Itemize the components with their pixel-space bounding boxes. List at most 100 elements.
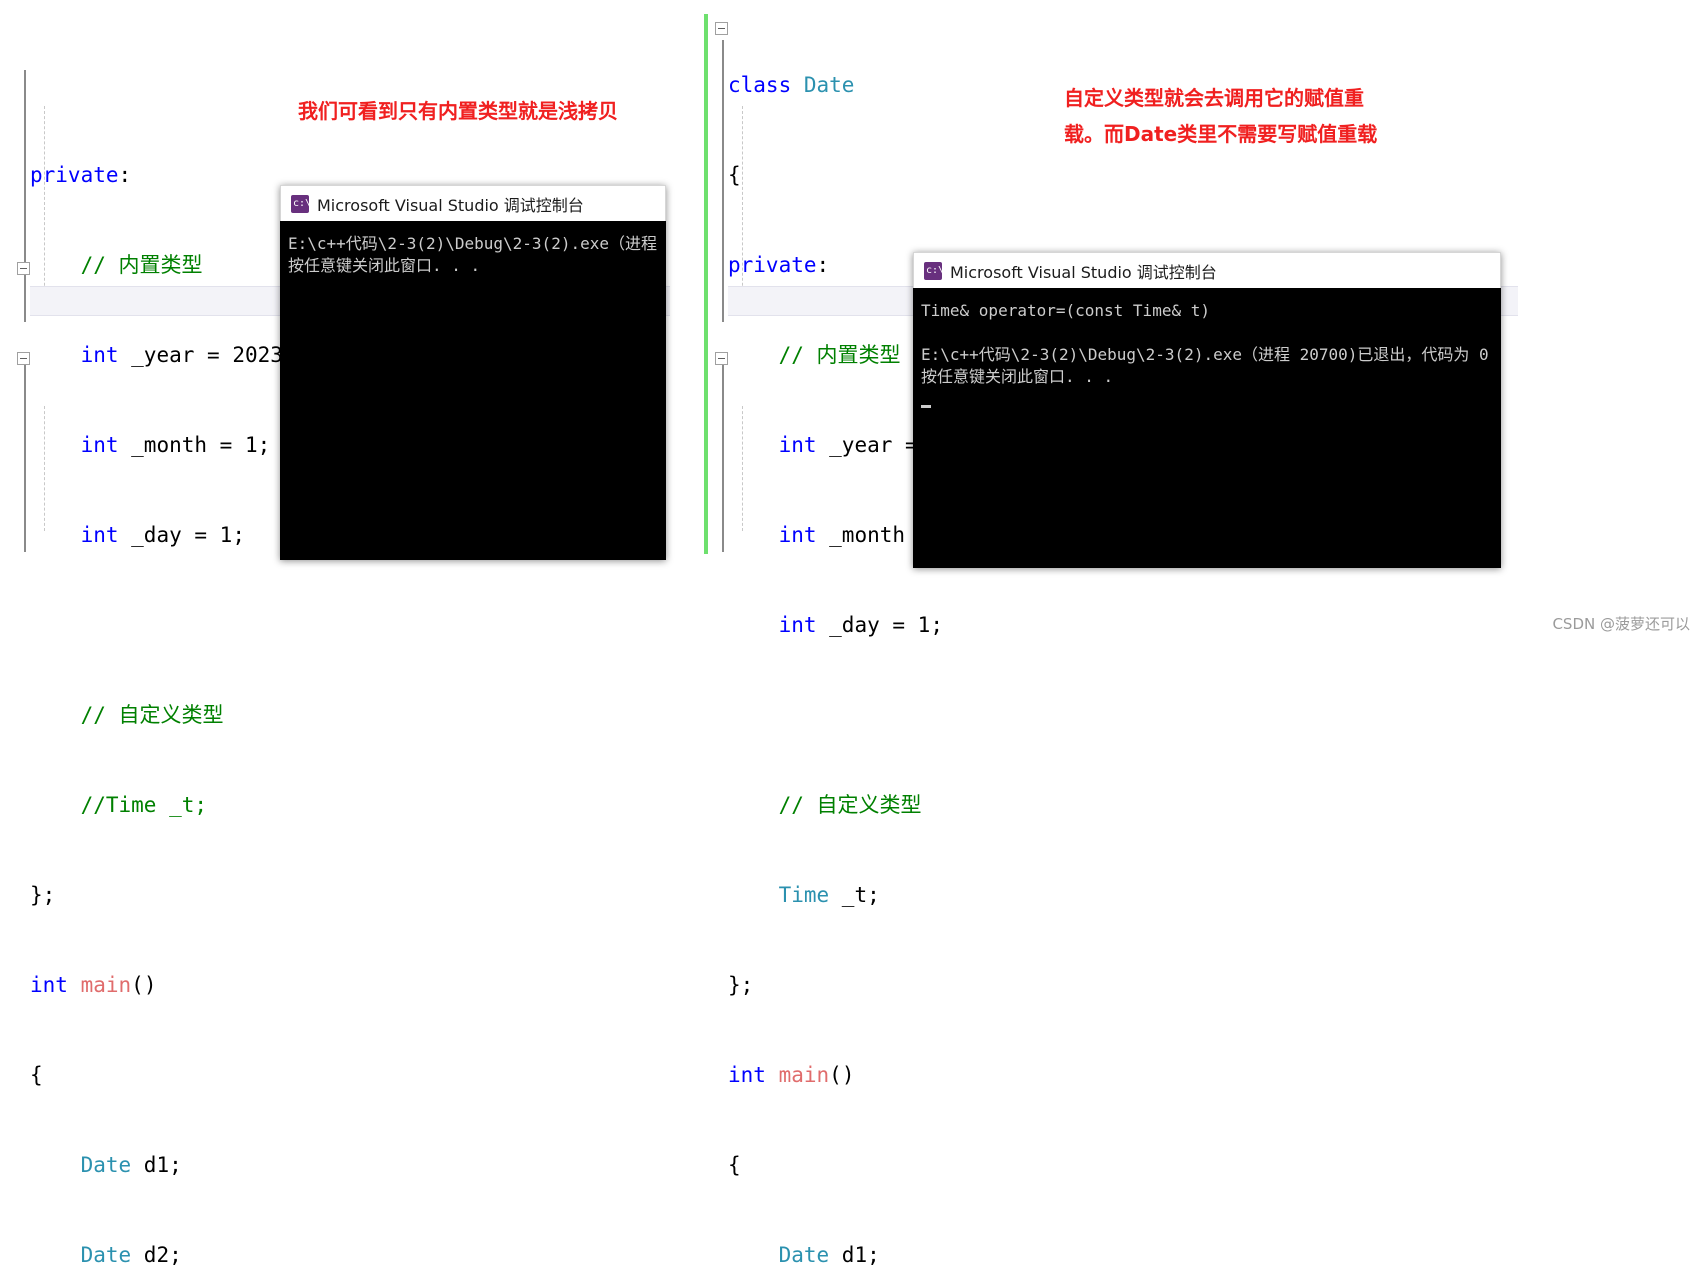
code-line: { (728, 1150, 994, 1180)
code-token: // 自定义类型 (30, 703, 224, 727)
left-outline-scope-line-main (24, 352, 26, 552)
code-token: int (80, 523, 119, 547)
code-token: int (728, 1063, 766, 1087)
code-line: int _day = 1; (728, 610, 994, 640)
code-token: : (816, 253, 830, 277)
code-token: d1; (131, 1153, 182, 1177)
code-token: { (30, 1063, 43, 1087)
code-token: }; (30, 883, 56, 907)
right-console-titlebar[interactable]: Microsoft Visual Studio 调试控制台 (913, 252, 1501, 288)
code-token: d2; (131, 1243, 182, 1267)
code-token: _t; (829, 883, 880, 907)
left-annotation-text: 我们可看到只有内置类型就是浅拷贝 (298, 99, 618, 123)
code-line: Date d2; (30, 1240, 296, 1270)
code-token: int (778, 433, 817, 457)
right-console-window[interactable]: Microsoft Visual Studio 调试控制台 Time& oper… (913, 252, 1501, 568)
code-token: private (728, 253, 817, 277)
code-token: // 内置类型 (30, 253, 203, 277)
left-console-window[interactable]: Microsoft Visual Studio 调试控制台 E:\c++代码\2… (280, 185, 666, 560)
right-code-body[interactable]: class Date { private: // 内置类型 int _year … (728, 10, 994, 1276)
code-line: Date d1; (728, 1240, 994, 1270)
code-token: 1 (244, 433, 258, 457)
code-line: { (30, 1060, 296, 1090)
code-token: ; (232, 523, 245, 547)
code-token: int (778, 523, 817, 547)
left-console-line: 按任意键关闭此窗口. . . (288, 256, 481, 275)
right-annotation-line2: 载。而Date类里不需要写赋值重载 (1064, 122, 1378, 146)
code-token: () (829, 1063, 855, 1087)
code-line: int _day = 1; (30, 520, 296, 550)
right-console-title-text: Microsoft Visual Studio 调试控制台 (950, 262, 1217, 282)
left-console-output: E:\c++代码\2-3(2)\Debug\2-3(2).exe（进程 2 按任… (280, 221, 666, 560)
right-console-output: Time& operator=(const Time& t) E:\c++代码\… (913, 288, 1501, 568)
code-token: private (30, 163, 119, 187)
code-token: int (80, 343, 119, 367)
right-change-indicator-bar (704, 14, 708, 554)
code-line: int _month = 1; (30, 430, 296, 460)
code-token: _year = (118, 343, 233, 367)
code-token: _day = (816, 613, 918, 637)
code-token: Date (80, 1153, 132, 1177)
code-line: // 内置类型 (30, 250, 296, 280)
code-line: // 自定义类型 (728, 790, 994, 820)
code-token: int (30, 973, 68, 997)
watermark-credit: CSDN @菠萝还可以 (1552, 615, 1690, 633)
code-token: _day = (118, 523, 220, 547)
console-window-icon (924, 261, 944, 280)
right-outline-scope-line-main (722, 352, 724, 552)
code-line: class Date (728, 70, 994, 100)
code-token: 1 (917, 613, 931, 637)
code-token: _month = (118, 433, 245, 457)
code-line: }; (728, 970, 994, 1000)
right-console-line: Time& operator=(const Time& t) (921, 301, 1210, 320)
code-line: int _year = 2023; (30, 340, 296, 370)
left-console-titlebar[interactable]: Microsoft Visual Studio 调试控制台 (280, 185, 666, 221)
code-line: { (728, 160, 994, 190)
left-console-title-text: Microsoft Visual Studio 调试控制台 (317, 195, 584, 215)
code-token: Date (778, 1243, 830, 1267)
code-token: ; (930, 613, 943, 637)
code-token: main (80, 973, 132, 997)
left-code-body[interactable]: private: // 内置类型 int _year = 2023; int _… (30, 70, 296, 1276)
code-line: //Time _t; (30, 790, 296, 820)
code-token: ; (257, 433, 271, 457)
console-cursor-caret (921, 405, 931, 408)
code-token: { (728, 1153, 741, 1177)
right-fold-toggle-main[interactable] (715, 352, 728, 365)
console-window-icon (291, 194, 311, 213)
left-fold-toggle-inner[interactable] (17, 262, 30, 275)
right-outline-scope-line (722, 40, 724, 322)
code-token: // 自定义类型 (728, 793, 922, 817)
code-token: // 内置类型 (728, 343, 901, 367)
right-fold-toggle-class[interactable] (715, 22, 728, 35)
code-line: int main() (30, 970, 296, 1000)
code-token: Time (778, 883, 830, 907)
code-token: 1 (219, 523, 233, 547)
code-token: { (728, 163, 741, 187)
right-annotation-line1: 自定义类型就会去调用它的赋值重 (1064, 86, 1364, 110)
code-token: () (131, 973, 157, 997)
code-token: : (118, 163, 132, 187)
left-outline-scope-line (24, 70, 26, 322)
code-line: Time _t; (728, 880, 994, 910)
right-console-line: 按任意键关闭此窗口. . . (921, 367, 1114, 386)
code-line: Date d1; (30, 1150, 296, 1180)
left-fold-toggle-main[interactable] (17, 352, 30, 365)
code-token: d1; (829, 1243, 880, 1267)
code-token: Date (80, 1243, 132, 1267)
code-token: }; (728, 973, 754, 997)
code-token: //Time _t; (30, 793, 208, 817)
code-token: Date (803, 73, 855, 97)
